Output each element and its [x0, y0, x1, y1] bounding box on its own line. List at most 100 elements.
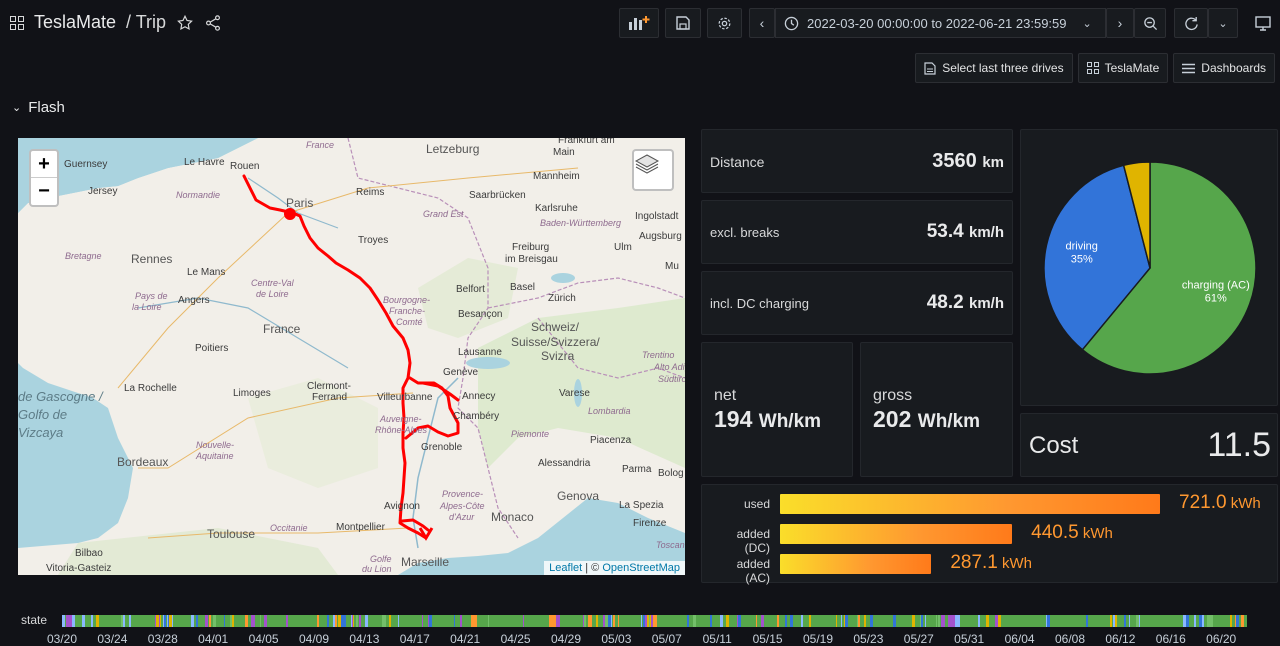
link-dashboards[interactable]: Dashboards	[1173, 53, 1275, 83]
zoom-in-button[interactable]: +	[31, 151, 57, 178]
timeline-state-segment	[1235, 615, 1239, 627]
add-panel-button[interactable]	[619, 8, 659, 38]
timeline-state-segment	[169, 615, 172, 627]
chevron-left-icon: ‹	[759, 15, 765, 31]
timeline-state-segment	[650, 615, 654, 627]
document-icon	[924, 61, 936, 75]
attribution-separator: | ©	[582, 562, 603, 574]
panel-distance: Distance 3560 km	[701, 129, 1013, 193]
map-label: Bolog	[658, 468, 684, 479]
page-title: / Trip	[126, 12, 167, 32]
leaflet-link[interactable]: Leaflet	[549, 562, 582, 574]
layers-button[interactable]	[632, 149, 674, 191]
timeline-state-segment	[245, 615, 249, 627]
map-label: de Loire	[256, 289, 289, 299]
map-label: Piemonte	[511, 429, 550, 439]
map-label: Aquitaine	[196, 451, 234, 461]
row-header-flash[interactable]: ⌄ Flash	[12, 99, 65, 116]
share-icon[interactable]	[204, 14, 222, 32]
timeline-tick-label: 03/24	[97, 632, 128, 646]
timeline-state-segment	[761, 615, 764, 627]
star-icon[interactable]	[176, 14, 194, 32]
energy-row-label: added (DC)	[736, 527, 770, 555]
map-label: Letzeburg	[426, 142, 480, 156]
link-select-last-three-drives[interactable]: Select last three drives	[915, 53, 1073, 83]
timeline-state-segment	[596, 615, 599, 627]
timeline-state-segment	[72, 615, 76, 627]
state-timeline[interactable]	[62, 615, 1247, 627]
zoom-out-button[interactable]: −	[31, 178, 57, 205]
incl-dc-unit: km/h	[968, 295, 1004, 312]
timeline-state-segment	[647, 615, 649, 627]
map-label: France	[306, 140, 335, 150]
map-label: Lausanne	[458, 347, 502, 358]
energy-row-label: added (AC)	[736, 557, 770, 585]
timeline-state-segment	[195, 615, 198, 627]
timeline-state-segment	[612, 615, 615, 627]
app-title[interactable]: TeslaMate	[34, 12, 116, 33]
save-dashboard-button[interactable]	[665, 8, 701, 38]
map-label: Monaco	[491, 510, 534, 524]
map-label: Rennes	[131, 252, 173, 266]
refresh-icon	[1184, 16, 1198, 30]
timeline-state-segment	[653, 615, 657, 627]
refresh-button[interactable]	[1174, 8, 1208, 38]
map-label: Le Mans	[187, 267, 226, 278]
timeline-state-segment	[942, 615, 946, 627]
cost-value: 11.5	[1207, 426, 1271, 464]
timeline-state-segment	[129, 615, 132, 627]
incl-dc-label: incl. DC charging	[710, 296, 809, 311]
map-label: Golfo de	[18, 407, 68, 422]
map-zoom-control: + −	[29, 149, 59, 207]
timeline-tick-label: 06/20	[1206, 632, 1237, 646]
timeline-state-segment	[693, 615, 696, 627]
pie-label-percent: 61%	[1205, 293, 1227, 305]
timeline-state-segment	[607, 615, 612, 627]
map-label: Genève	[443, 367, 479, 378]
map-label: Rouen	[230, 161, 260, 172]
layers-icon	[634, 154, 660, 174]
timeline-state-segment	[334, 615, 337, 627]
timeline-tick-label: 04/13	[349, 632, 380, 646]
map-label: France	[263, 322, 301, 336]
dashboards-grid-icon[interactable]	[10, 15, 24, 30]
zoom-out-time-button[interactable]	[1134, 8, 1166, 38]
energy-value: 721.0 kWh	[1179, 492, 1261, 514]
timeline-state-segment	[342, 615, 346, 627]
gross-number: 202	[873, 406, 912, 432]
link-label: Select last three drives	[942, 61, 1064, 75]
distance-label: Distance	[710, 154, 765, 170]
map-label: Grenoble	[421, 442, 463, 453]
timeline-tick-label: 05/15	[752, 632, 783, 646]
panel-net-consumption: net 194 Wh/km	[701, 342, 853, 477]
tv-mode-button[interactable]	[1246, 8, 1280, 38]
panel-cost: Cost 11.5	[1020, 413, 1278, 477]
time-forward-button[interactable]: ›	[1106, 8, 1134, 38]
refresh-interval-button[interactable]: ⌄	[1208, 8, 1238, 38]
timeline-state-segment	[389, 615, 392, 627]
osm-link[interactable]: OpenStreetMap	[602, 562, 680, 574]
map-label: Lombardia	[588, 406, 631, 416]
timeline-state-segment	[687, 615, 690, 627]
map-label: Ulm	[614, 242, 632, 253]
timeline-state-segment	[1135, 615, 1139, 627]
link-teslamate[interactable]: TeslaMate	[1077, 53, 1169, 83]
map-label: Toulouse	[207, 527, 256, 541]
settings-button[interactable]	[707, 8, 742, 38]
map-label: Jersey	[88, 186, 118, 197]
energy-unit: kWh	[1078, 525, 1113, 542]
energy-bar	[780, 554, 932, 574]
map-label: Freiburg	[512, 242, 550, 253]
trip-map[interactable]: Guernsey Jersey Le Havre Rouen Normandie…	[18, 138, 685, 575]
timeline-state-segment	[1240, 615, 1245, 627]
time-range-text: 2022-03-20 00:00:00 to 2022-06-21 23:59:…	[807, 15, 1067, 31]
time-range-picker[interactable]: 2022-03-20 00:00:00 to 2022-06-21 23:59:…	[775, 8, 1106, 38]
distance-number: 3560	[932, 150, 977, 172]
timeline-tick-label: 05/07	[651, 632, 682, 646]
timeline-tick-label: 04/17	[399, 632, 430, 646]
map-label: Ingolstadt	[635, 211, 679, 222]
timeline-state-segment	[326, 615, 329, 627]
time-back-button[interactable]: ‹	[749, 8, 775, 38]
timeline-state-segment	[453, 615, 455, 627]
net-unit: Wh/km	[758, 411, 822, 432]
